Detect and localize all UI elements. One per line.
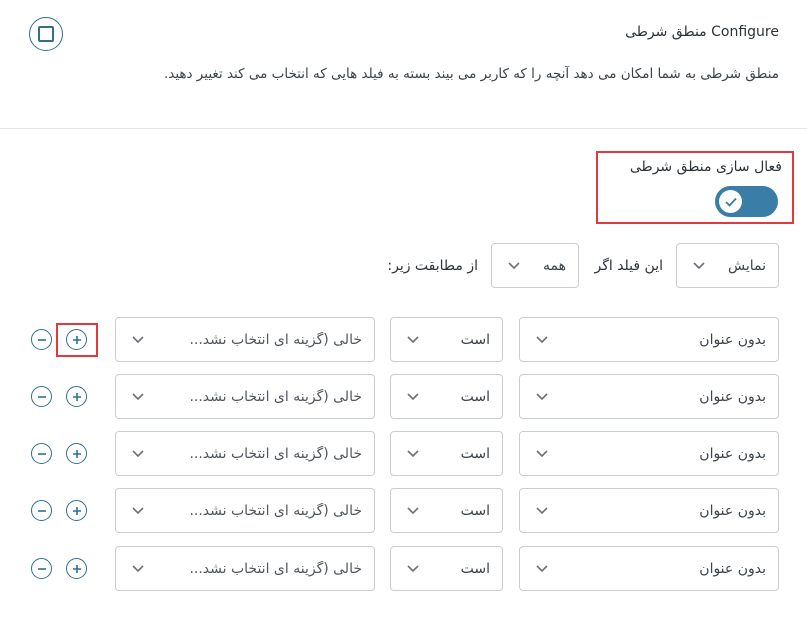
remove-condition-button[interactable] [31, 329, 52, 350]
condition-value-text: خالی (گزینه ای انتخاب نشد... [189, 331, 362, 348]
match-select[interactable]: همه [491, 243, 579, 288]
chevron-down-icon [403, 392, 419, 401]
condition-field-value: بدون عنوان [699, 331, 766, 348]
chevron-down-icon [128, 449, 144, 458]
chevron-down-icon [532, 335, 548, 344]
condition-value-text: خالی (گزینه ای انتخاب نشد... [189, 560, 362, 577]
condition-operator-select[interactable]: است [390, 488, 503, 533]
minus-icon [37, 335, 47, 345]
condition-value-select[interactable]: خالی (گزینه ای انتخاب نشد... [115, 374, 375, 419]
condition-value-select[interactable]: خالی (گزینه ای انتخاب نشد... [115, 431, 375, 476]
remove-condition-button[interactable] [31, 386, 52, 407]
chevron-down-icon [532, 506, 548, 515]
condition-operator-select[interactable]: است [390, 546, 503, 591]
condition-value-text: خالی (گزینه ای انتخاب نشد... [189, 388, 362, 405]
remove-condition-button[interactable] [31, 500, 52, 521]
condition-operator-select[interactable]: است [390, 374, 503, 419]
plus-icon [72, 392, 82, 402]
add-condition-button[interactable] [66, 386, 87, 407]
chevron-down-icon [403, 335, 419, 344]
condition-value-select[interactable]: خالی (گزینه ای انتخاب نشد... [115, 546, 375, 591]
match-suffix-label: از مطابقت زیر: [387, 258, 478, 274]
condition-field-select[interactable]: بدون عنوان [519, 488, 779, 533]
chevron-down-icon [128, 392, 144, 401]
action-select[interactable]: نمایش [676, 243, 779, 288]
condition-field-select[interactable]: بدون عنوان [519, 374, 779, 419]
chevron-down-icon [532, 564, 548, 573]
conditional-logic-toggle[interactable] [715, 186, 778, 217]
condition-field-select[interactable]: بدون عنوان [519, 431, 779, 476]
add-condition-button[interactable] [66, 500, 87, 521]
divider [0, 128, 807, 129]
plus-icon [72, 449, 82, 459]
minus-icon [37, 449, 47, 459]
plus-icon [72, 506, 82, 516]
match-select-value: همه [543, 257, 566, 274]
chevron-down-icon [403, 564, 419, 573]
chevron-down-icon [532, 392, 548, 401]
panel-description: منطق شرطی به شما امکان می دهد آنچه را که… [163, 66, 779, 82]
conditional-logic-toggle-label: فعال سازی منطق شرطی [629, 159, 782, 175]
panel-title: منطق شرطی Configure [625, 24, 779, 40]
chevron-down-icon [504, 261, 520, 270]
condition-value-text: خالی (گزینه ای انتخاب نشد... [189, 445, 362, 462]
minus-icon [37, 564, 47, 574]
chevron-down-icon [403, 506, 419, 515]
condition-operator-value: است [460, 331, 490, 348]
condition-field-value: بدون عنوان [699, 560, 766, 577]
minus-icon [37, 506, 47, 516]
condition-value-text: خالی (گزینه ای انتخاب نشد... [189, 502, 362, 519]
chevron-down-icon [689, 261, 705, 270]
add-condition-button[interactable] [66, 558, 87, 579]
chevron-down-icon [532, 449, 548, 458]
chevron-down-icon [128, 564, 144, 573]
remove-condition-button[interactable] [31, 443, 52, 464]
chevron-down-icon [128, 506, 144, 515]
add-condition-button[interactable] [66, 443, 87, 464]
condition-field-select[interactable]: بدون عنوان [519, 317, 779, 362]
chevron-down-icon [403, 449, 419, 458]
square-icon[interactable] [29, 17, 63, 51]
remove-condition-button[interactable] [31, 558, 52, 579]
condition-operator-select[interactable]: است [390, 431, 503, 476]
action-select-value: نمایش [727, 257, 766, 274]
condition-operator-value: است [460, 502, 490, 519]
condition-operator-value: است [460, 560, 490, 577]
condition-field-value: بدون عنوان [699, 502, 766, 519]
minus-icon [37, 392, 47, 402]
add-button-highlight-box [56, 323, 98, 357]
condition-field-select[interactable]: بدون عنوان [519, 546, 779, 591]
condition-value-select[interactable]: خالی (گزینه ای انتخاب نشد... [115, 317, 375, 362]
condition-operator-value: است [460, 388, 490, 405]
plus-icon [72, 564, 82, 574]
condition-field-value: بدون عنوان [699, 388, 766, 405]
condition-value-select[interactable]: خالی (گزینه ای انتخاب نشد... [115, 488, 375, 533]
condition-operator-value: است [460, 445, 490, 462]
condition-operator-select[interactable]: است [390, 317, 503, 362]
check-icon [719, 190, 742, 213]
chevron-down-icon [128, 335, 144, 344]
condition-field-value: بدون عنوان [699, 445, 766, 462]
if-field-label: این فیلد اگر [594, 258, 663, 274]
